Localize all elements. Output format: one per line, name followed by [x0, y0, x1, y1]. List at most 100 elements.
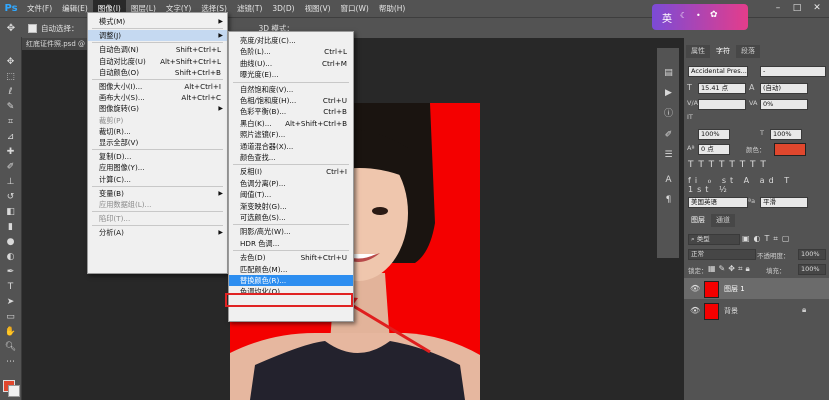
- menu-item[interactable]: 帮助(H): [374, 0, 411, 17]
- menu-option[interactable]: 裁切(R)...: [88, 126, 227, 137]
- lasso-tool-icon[interactable]: ℓ: [3, 85, 18, 98]
- menu-option[interactable]: 通道混合器(X)...: [229, 141, 353, 152]
- gradient-tool-icon[interactable]: ▮: [3, 220, 18, 233]
- dodge-tool-icon[interactable]: ◐: [3, 250, 18, 263]
- type-tool-icon[interactable]: T: [3, 280, 18, 293]
- font-style-select[interactable]: -: [760, 66, 826, 77]
- menu-option[interactable]: 画布大小(S)... Alt+Ctrl+C: [88, 92, 227, 103]
- blur-tool-icon[interactable]: ●: [3, 235, 18, 248]
- menu-option[interactable]: 图像旋转(G) ▶: [88, 103, 227, 114]
- antialias-select[interactable]: 平滑: [760, 197, 808, 208]
- pen-tool-icon[interactable]: ✒: [3, 265, 18, 278]
- fill-field[interactable]: 100%: [798, 264, 826, 275]
- background-color-swatch[interactable]: [8, 385, 20, 397]
- menu-option[interactable]: 自然饱和度(V)...: [229, 84, 353, 95]
- close-icon[interactable]: ✕: [810, 2, 824, 15]
- menu-option[interactable]: 分析(A) ▶: [88, 227, 227, 238]
- document-tab[interactable]: 红底证件照.psd @: [22, 38, 92, 50]
- menu-option[interactable]: 变量(B) ▶: [88, 188, 227, 199]
- hand-tool-icon[interactable]: ✋: [3, 325, 18, 338]
- menu-option[interactable]: 阴影/高光(W)...: [229, 226, 353, 237]
- menu-option[interactable]: 自动对比度(U) Alt+Shift+Ctrl+L: [88, 56, 227, 67]
- menu-option[interactable]: 调整(J) ▶: [88, 30, 227, 42]
- menu-option[interactable]: 陷印(T)...: [88, 213, 227, 224]
- menu-option[interactable]: 裁剪(P): [88, 115, 227, 126]
- font-size-field[interactable]: 15.41 点: [698, 83, 746, 94]
- more-tools-icon[interactable]: ⋯: [3, 355, 18, 368]
- menu-option[interactable]: 自动颜色(O) Shift+Ctrl+B: [88, 67, 227, 78]
- menu-option[interactable]: 计算(C)...: [88, 174, 227, 185]
- layer-filter-icons[interactable]: ▣◐T⌗▢: [742, 234, 794, 244]
- menu-option[interactable]: 黑白(K)... Alt+Shift+Ctrl+B: [229, 118, 353, 129]
- menu-option[interactable]: 复制(D)...: [88, 151, 227, 162]
- language-select[interactable]: 美国英语: [688, 197, 748, 208]
- menu-option[interactable]: 自动色调(N) Shift+Ctrl+L: [88, 44, 227, 55]
- menu-item[interactable]: 文件(F): [22, 0, 57, 17]
- menu-option[interactable]: 照片滤镜(F)...: [229, 129, 353, 140]
- menu-item[interactable]: 滤镜(T): [232, 0, 267, 17]
- menu-option[interactable]: 色彩平衡(B)... Ctrl+B: [229, 106, 353, 117]
- layer-row-layer1[interactable]: 👁︎ 图层 1: [684, 278, 829, 299]
- menu-option[interactable]: 渐变映射(G)...: [229, 201, 353, 212]
- adjustments-panel-icon[interactable]: ☰: [661, 148, 676, 161]
- rectangle-tool-icon[interactable]: ▭: [3, 310, 18, 323]
- horizontal-scale-field[interactable]: 100%: [770, 129, 802, 140]
- move-tool-icon[interactable]: ✥: [0, 23, 22, 34]
- healing-brush-icon[interactable]: ✚: [3, 145, 18, 158]
- menu-option[interactable]: 图像大小(I)... Alt+Ctrl+I: [88, 81, 227, 92]
- menu-option[interactable]: 应用图像(Y)...: [88, 162, 227, 173]
- menu-item[interactable]: 3D(D): [267, 0, 299, 17]
- info-panel-icon[interactable]: ⓘ: [661, 106, 676, 119]
- minimize-icon[interactable]: –: [771, 2, 785, 15]
- clone-stamp-icon[interactable]: ⊥: [3, 175, 18, 188]
- menu-item[interactable]: 窗口(W): [336, 0, 374, 17]
- menu-option[interactable]: HDR 色调...: [229, 238, 353, 249]
- paragraph-panel-icon[interactable]: ¶: [661, 193, 676, 206]
- tab-layers[interactable]: 图层: [686, 214, 710, 227]
- menu-option[interactable]: 匹配颜色(M)...: [229, 264, 353, 275]
- tracking-field[interactable]: 0%: [760, 99, 808, 110]
- layer-filter-select[interactable]: ⌕ 类型: [688, 234, 740, 245]
- menu-option[interactable]: 色调分离(P)...: [229, 178, 353, 189]
- visibility-eye-icon[interactable]: 👁︎: [690, 284, 700, 293]
- font-family-select[interactable]: Accidental Pres...: [688, 66, 748, 77]
- menu-option[interactable]: 模式(M) ▶: [88, 16, 227, 27]
- blend-mode-select[interactable]: 正常: [688, 249, 756, 260]
- menu-option[interactable]: 去色(D) Shift+Ctrl+U: [229, 252, 353, 263]
- zoom-tool-icon[interactable]: 🔍︎: [3, 340, 18, 353]
- menu-option[interactable]: 曲线(U)... Ctrl+M: [229, 58, 353, 69]
- visibility-eye-icon[interactable]: 👁︎: [690, 306, 700, 315]
- marquee-tool-icon[interactable]: ⬚: [3, 70, 18, 83]
- crop-tool-icon[interactable]: ⌗: [3, 115, 18, 128]
- tab-character[interactable]: 字符: [711, 45, 735, 58]
- type-style-buttons[interactable]: TTTTTTTT: [688, 160, 824, 170]
- leading-field[interactable]: (自动): [760, 83, 808, 94]
- menu-option[interactable]: 亮度/对比度(C)...: [229, 35, 353, 46]
- tab-paragraph[interactable]: 段落: [736, 45, 760, 58]
- ime-indicator[interactable]: 英 ☾ • ✿: [652, 4, 748, 30]
- menu-option[interactable]: 显示全部(V): [88, 137, 227, 148]
- kerning-field[interactable]: [698, 99, 746, 110]
- menu-option[interactable]: 反相(I) Ctrl+I: [229, 166, 353, 177]
- auto-select-checkbox[interactable]: [28, 23, 37, 33]
- eyedropper-icon[interactable]: ⊿: [3, 130, 18, 143]
- quick-select-icon[interactable]: ✎: [3, 100, 18, 113]
- menu-option[interactable]: 可选颜色(S)...: [229, 212, 353, 223]
- maximize-icon[interactable]: □: [790, 2, 804, 15]
- baseline-field[interactable]: 0 点: [698, 144, 730, 155]
- menu-option[interactable]: 阈值(T)...: [229, 189, 353, 200]
- menu-option[interactable]: 色阶(L)... Ctrl+L: [229, 46, 353, 57]
- vertical-scale-field[interactable]: 100%: [698, 129, 730, 140]
- opacity-field[interactable]: 100%: [798, 249, 826, 260]
- menu-option[interactable]: 颜色查找...: [229, 152, 353, 163]
- eraser-tool-icon[interactable]: ◧: [3, 205, 18, 218]
- opentype-buttons[interactable]: fi ℴ st A ad T 1st ½: [688, 176, 824, 194]
- history-panel-icon[interactable]: ▤: [661, 66, 676, 79]
- tab-channels[interactable]: 通道: [711, 214, 735, 227]
- move-tool-icon[interactable]: ✥: [3, 55, 18, 68]
- menu-option[interactable]: 曝光度(E)...: [229, 69, 353, 80]
- character-panel-icon[interactable]: A: [661, 173, 676, 186]
- menu-option[interactable]: 替换颜色(R)...: [229, 275, 353, 286]
- tab-properties[interactable]: 属性: [686, 45, 710, 58]
- menu-item[interactable]: 视图(V): [300, 0, 336, 17]
